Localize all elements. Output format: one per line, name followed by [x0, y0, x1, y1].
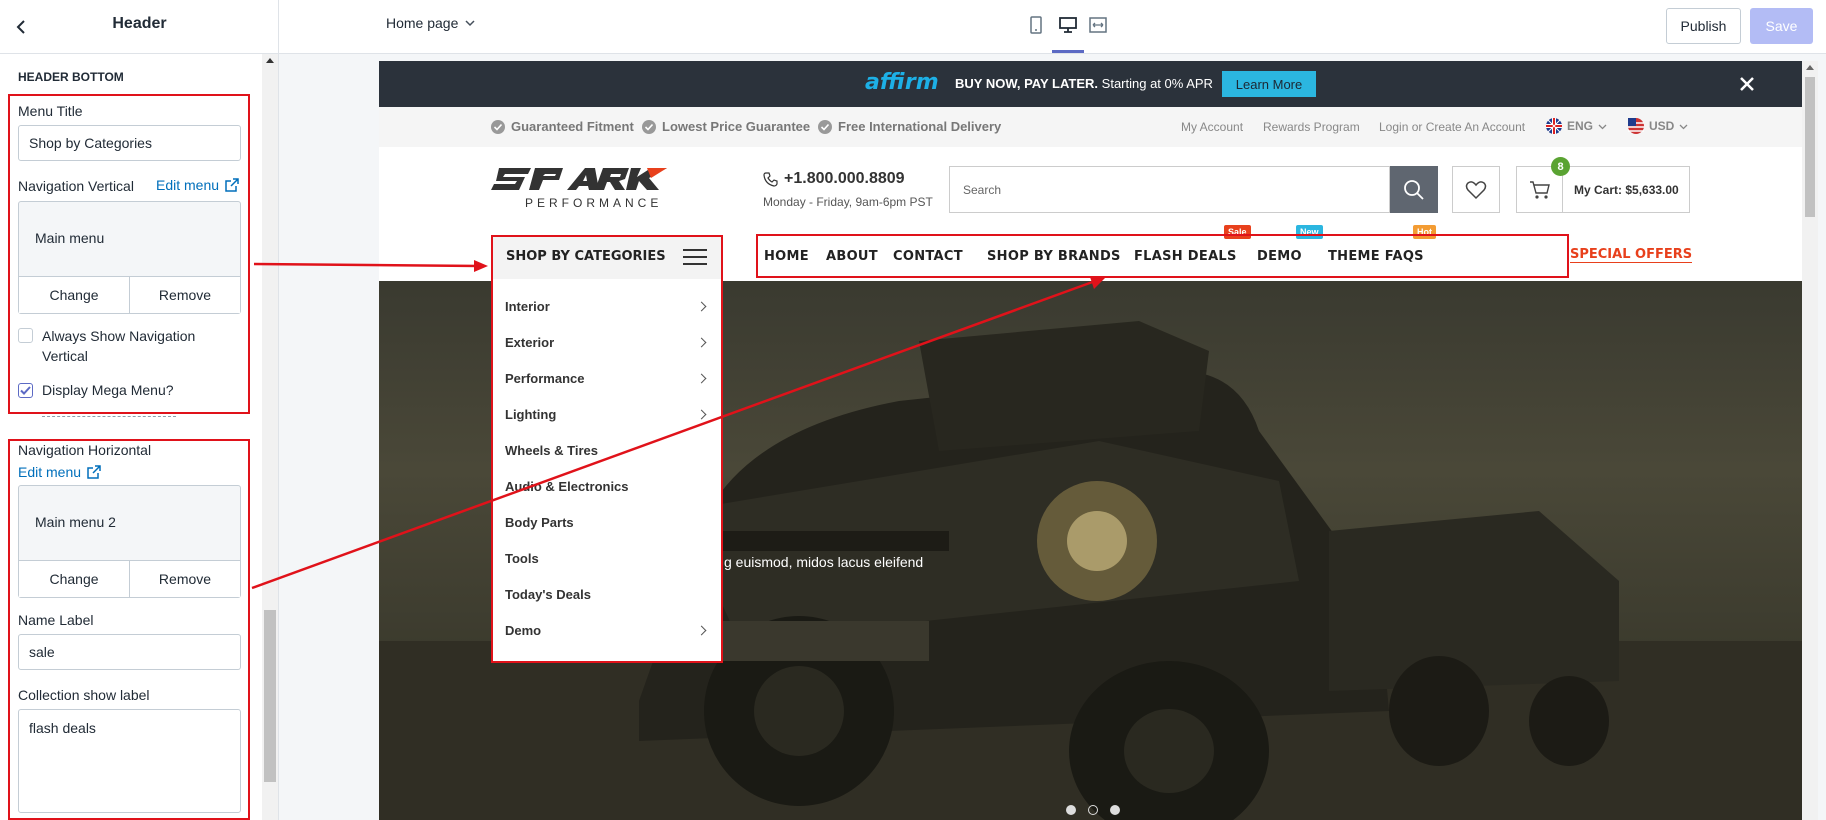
slider-dots: [1066, 805, 1120, 815]
spark-logo[interactable]: PERFORMANCE: [491, 164, 669, 214]
feature-label: Free International Delivery: [838, 119, 1002, 134]
editor-top-bar: Header Home page Publish Save: [0, 0, 1826, 54]
affirm-logo: affirm: [865, 70, 939, 95]
us-flag-icon: [1628, 118, 1644, 134]
language-label: ENG: [1567, 119, 1594, 133]
check-circle-icon: [642, 119, 656, 134]
scroll-up-arrow[interactable]: [266, 58, 274, 63]
scroll-up-arrow[interactable]: [1806, 65, 1814, 70]
phone-number[interactable]: +1.800.000.8809: [784, 170, 905, 188]
hero-caption: g euismod, midos lacus eleifend: [724, 554, 924, 570]
divider: [42, 416, 176, 417]
phone-row: +1.800.000.8809: [763, 170, 933, 188]
phone-block: +1.800.000.8809 Monday - Friday, 9am-6pm…: [763, 170, 933, 209]
my-account-link[interactable]: My Account: [1181, 120, 1243, 134]
promo-text-bold: BUY NOW, PAY LATER.: [955, 76, 1099, 91]
slider-dot[interactable]: [1088, 805, 1098, 815]
promo-text-regular: Starting at 0% APR: [1101, 76, 1213, 91]
login-link[interactable]: Login or Create An Account: [1379, 120, 1525, 134]
slider-dot[interactable]: [1110, 805, 1120, 815]
slider-dot[interactable]: [1066, 805, 1076, 815]
cart-total: My Cart: $5,633.00: [1574, 183, 1679, 197]
feature-strip: Guaranteed Fitment Lowest Price Guarante…: [379, 107, 1802, 147]
fullscreen-view-icon[interactable]: [1088, 16, 1108, 34]
active-view-indicator: [1052, 50, 1084, 53]
scroll-thumb[interactable]: [1805, 77, 1815, 217]
language-select[interactable]: ENG: [1546, 118, 1607, 134]
promo-bar: affirm BUY NOW, PAY LATER. Starting at 0…: [379, 61, 1802, 107]
phone-icon: [763, 171, 778, 187]
preview-scrollbar-track[interactable]: [1802, 61, 1818, 820]
promo-text: BUY NOW, PAY LATER. Starting at 0% APR: [955, 76, 1213, 91]
desktop-view-icon[interactable]: [1058, 16, 1078, 34]
chevron-down-icon: [465, 20, 475, 27]
learn-more-button[interactable]: Learn More: [1222, 71, 1316, 97]
page-select[interactable]: Home page: [386, 15, 476, 31]
settings-sidebar: HEADER BOTTOM Menu Title Shop by Categor…: [0, 54, 279, 820]
check-circle-icon: [491, 119, 505, 134]
sidebar-scrollbar[interactable]: [262, 54, 278, 820]
check-circle-icon: [818, 119, 832, 134]
search-icon: [1404, 179, 1424, 200]
store-hours: Monday - Friday, 9am-6pm PST: [763, 195, 933, 209]
page-select-label: Home page: [386, 15, 459, 31]
chevron-down-icon: [1598, 124, 1607, 129]
search-button[interactable]: [1390, 166, 1438, 213]
group-title: HEADER BOTTOM: [18, 70, 124, 84]
chevron-down-icon: [1679, 124, 1688, 129]
store-preview: affirm BUY NOW, PAY LATER. Starting at 0…: [379, 61, 1802, 820]
rewards-link[interactable]: Rewards Program: [1263, 120, 1360, 134]
cart-count-badge: 8: [1551, 157, 1570, 176]
feature-item: Lowest Price Guarantee: [642, 119, 810, 134]
mobile-view-icon[interactable]: [1029, 16, 1043, 34]
scroll-thumb[interactable]: [264, 610, 276, 782]
search-input[interactable]: Search: [949, 166, 1390, 213]
currency-select[interactable]: USD: [1628, 118, 1688, 134]
feature-label: Lowest Price Guarantee: [662, 119, 811, 134]
annotation-box-categories: [491, 235, 723, 663]
section-title: Header: [112, 15, 167, 32]
publish-button[interactable]: Publish: [1666, 8, 1741, 44]
annotation-box-vertical: [8, 94, 250, 414]
annotation-box-nav: [756, 234, 1569, 278]
annotation-box-horizontal: [8, 439, 250, 820]
cart-button[interactable]: 8 My Cart: $5,633.00: [1516, 157, 1690, 213]
logo-tagline: PERFORMANCE: [525, 196, 663, 210]
wishlist-button[interactable]: [1452, 166, 1500, 213]
sidebar-header: Header: [0, 0, 279, 54]
feature-item: Free International Delivery: [818, 119, 1001, 134]
uk-flag-icon: [1546, 118, 1562, 134]
currency-label: USD: [1649, 119, 1675, 133]
close-icon[interactable]: [1739, 76, 1755, 92]
feature-item: Guaranteed Fitment: [491, 119, 634, 134]
heart-icon: [1465, 180, 1487, 199]
feature-label: Guaranteed Fitment: [511, 119, 634, 134]
spark-logo-mark: [491, 168, 667, 190]
special-offers-link[interactable]: SPECIAL OFFERS: [1570, 247, 1693, 263]
save-button[interactable]: Save: [1750, 8, 1813, 44]
